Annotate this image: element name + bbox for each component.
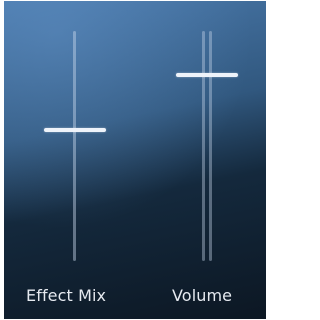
volume-track-left[interactable]: [202, 31, 205, 261]
effect-mix-track[interactable]: [73, 31, 76, 261]
volume-slider[interactable]: [176, 31, 238, 261]
volume-label: Volume: [172, 286, 233, 305]
volume-thumb[interactable]: [176, 72, 238, 77]
mixer-panel: Effect Mix Volume: [4, 1, 266, 319]
effect-mix-label: Effect Mix: [26, 286, 107, 305]
effect-mix-thumb[interactable]: [44, 127, 106, 132]
effect-mix-slider[interactable]: [44, 31, 106, 261]
volume-track-right[interactable]: [209, 31, 212, 261]
